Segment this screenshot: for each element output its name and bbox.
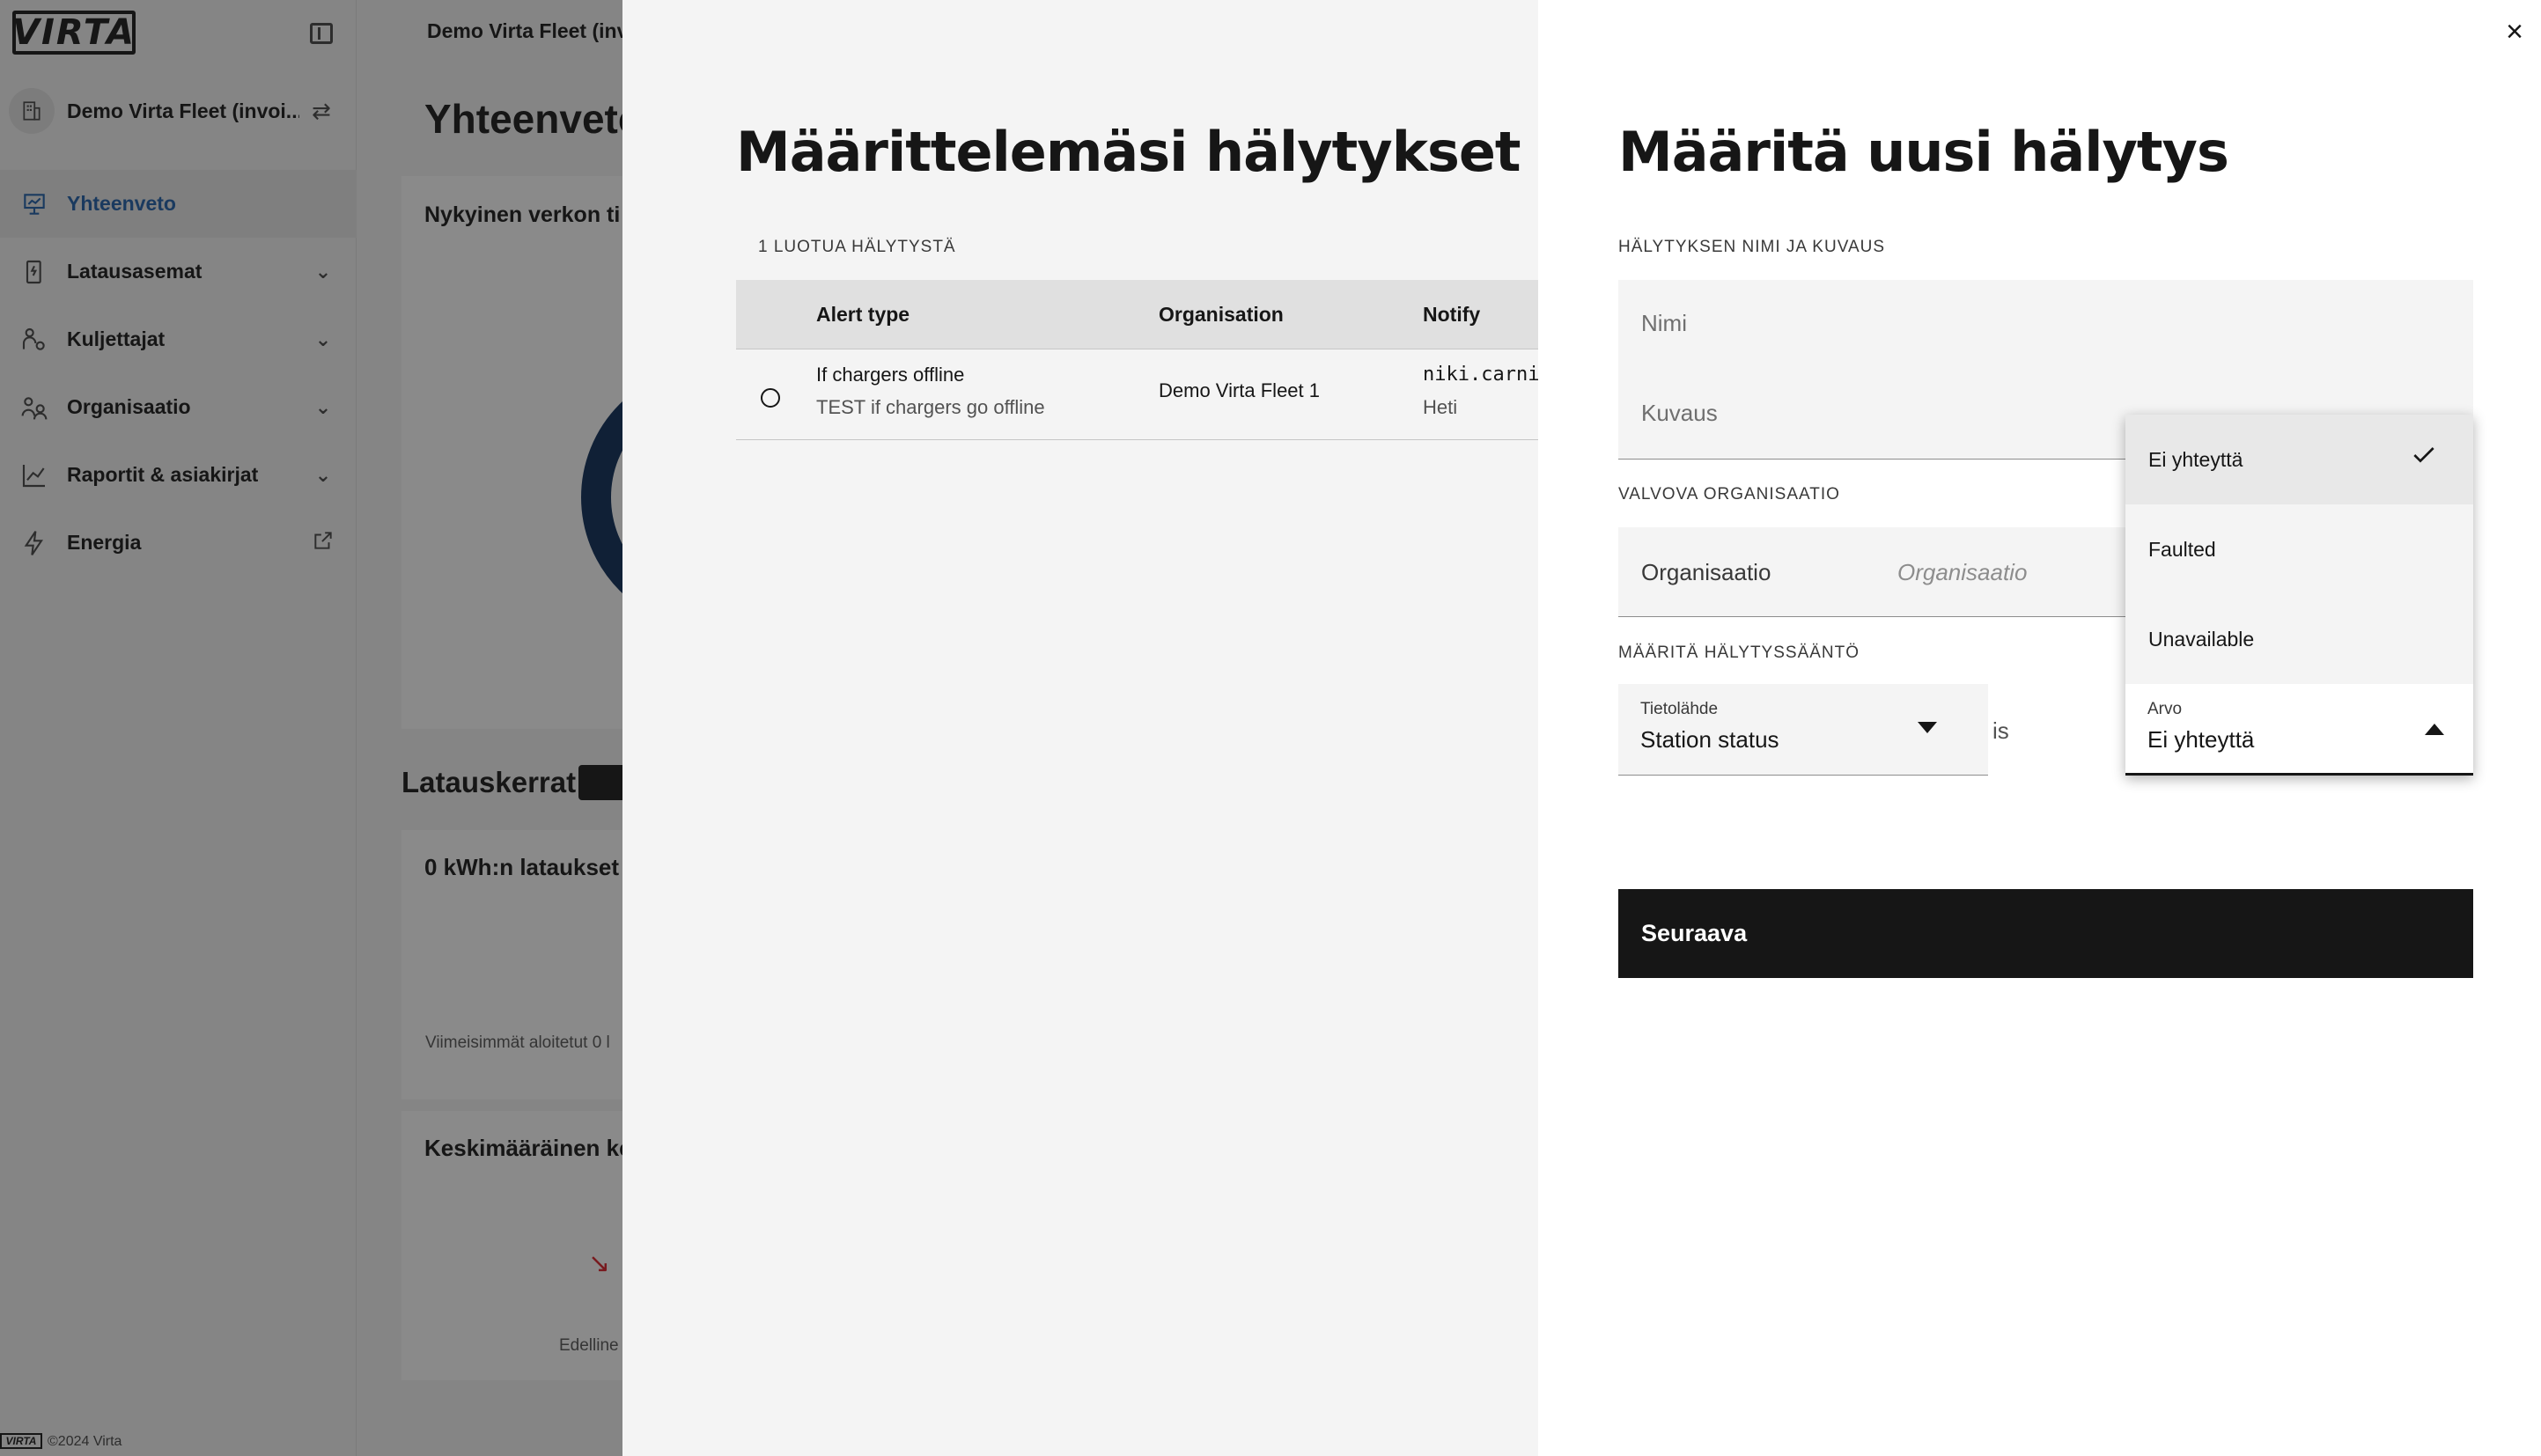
notify-cell: niki.carni [1423, 364, 1538, 386]
caret-down-icon [1918, 722, 1937, 733]
table-row[interactable]: If chargers offline TEST if chargers go … [736, 349, 1538, 440]
next-button[interactable]: Seuraava [1618, 889, 2473, 978]
dropdown-option-unavailable[interactable]: Unavailable [2125, 594, 2473, 684]
close-icon[interactable]: × [2500, 17, 2529, 47]
checkmark-icon [2413, 447, 2434, 463]
option-label: Faulted [2148, 537, 2216, 561]
column-header-organisation: Organisation [1159, 303, 1284, 326]
operator-text: is [1992, 717, 2009, 744]
name-placeholder: Nimi [1641, 310, 1687, 336]
dropdown-option-ei-yhteytta[interactable]: Ei yhteyttä [2125, 415, 2473, 504]
defined-alerts-panel [622, 0, 1538, 1456]
notify-timing-cell: Heti [1423, 396, 1458, 418]
caret-up-icon [2425, 724, 2444, 735]
option-label: Unavailable [2148, 627, 2255, 651]
alerts-count: 1 LUOTUA HÄLYTYSTÄ [758, 238, 956, 256]
column-header-notify: Notify [1423, 303, 1481, 326]
organisation-placeholder: Organisaatio [1897, 559, 2028, 585]
organisation-label: Organisaatio [1641, 559, 1771, 585]
alerts-panel-title: Määrittelemäsi hälytykset [736, 120, 1521, 184]
alerts-table: Alert type Organisation Notify If charge… [736, 280, 1538, 440]
organisation-cell: Demo Virta Fleet 1 [1159, 379, 1321, 401]
section-label-organisation: VALVOVA ORGANISAATIO [1618, 485, 1840, 504]
data-source-label: Tietolähde [1640, 700, 1719, 718]
form-title: Määritä uusi hälytys [1618, 120, 2229, 184]
data-source-value: Station status [1640, 726, 1779, 753]
value-label: Arvo [2147, 700, 2183, 718]
section-label-name: HÄLYTYKSEN NIMI JA KUVAUS [1618, 238, 1886, 256]
dropdown-option-faulted[interactable]: Faulted [2125, 504, 2473, 594]
section-label-rule: MÄÄRITÄ HÄLYTYSSÄÄNTÖ [1618, 643, 1860, 662]
value-selected: Ei yhteyttä [2147, 726, 2255, 753]
column-header-alert-type: Alert type [816, 303, 910, 326]
alert-type-cell: If chargers offline [816, 364, 965, 386]
row-select-radio[interactable] [761, 388, 780, 408]
description-placeholder: Kuvaus [1641, 400, 1718, 426]
name-field[interactable]: Nimi [1618, 280, 2473, 370]
alert-description-cell: TEST if chargers go offline [816, 396, 1045, 418]
option-label: Ei yhteyttä [2148, 447, 2243, 471]
table-header: Alert type Organisation Notify [736, 280, 1538, 349]
